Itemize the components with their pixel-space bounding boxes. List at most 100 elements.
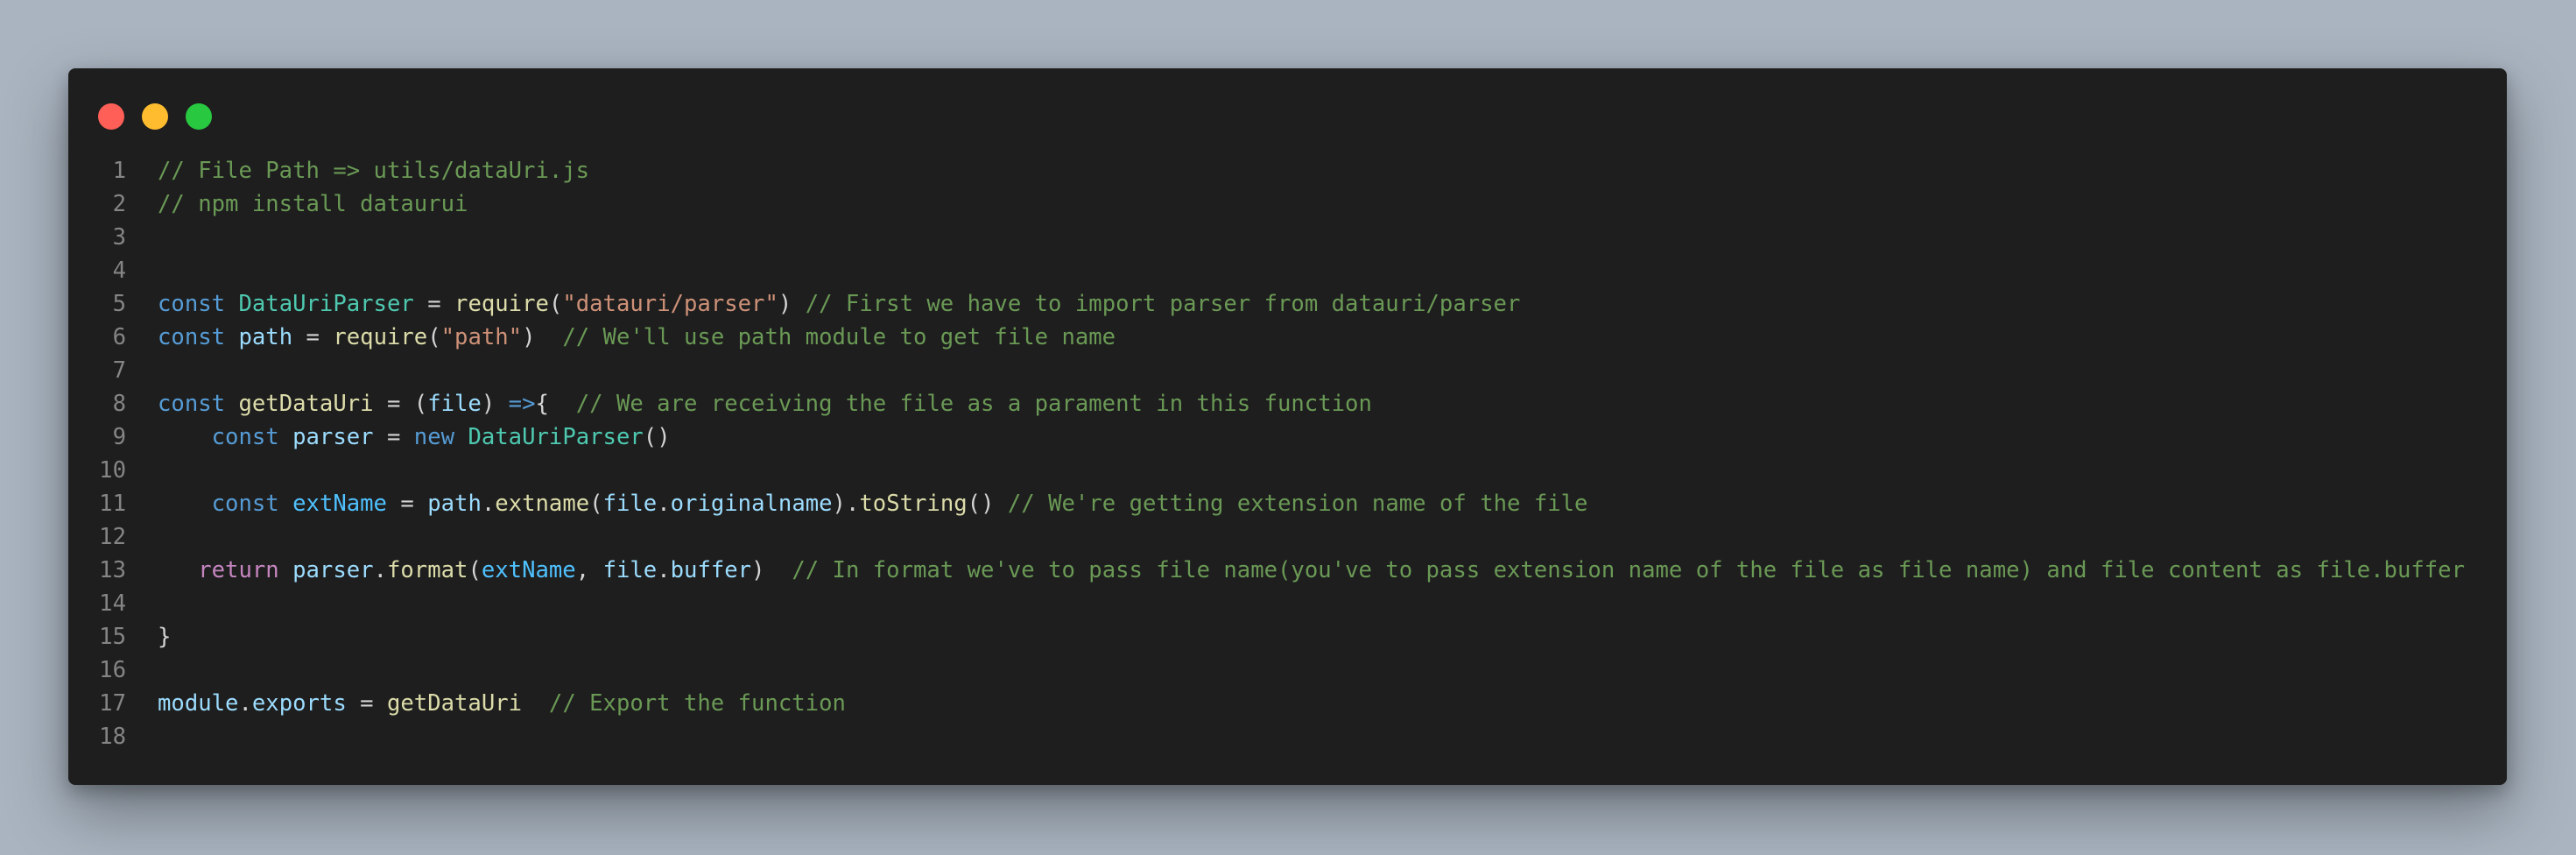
line-number: 12 (99, 524, 126, 550)
code-line: 1 // File Path => utils/dataUri.js (68, 154, 2507, 187)
code-token-plain: ( (548, 291, 563, 317)
code-token-var: originalname (670, 491, 833, 517)
code-line: 17 module.exports = getDataUri // Export … (68, 687, 2507, 720)
code-line: 7 (68, 354, 2507, 387)
code-line: 15} (68, 620, 2507, 654)
code-token-func: require (333, 324, 428, 350)
code-token-plain: = (346, 690, 387, 717)
code-token-plain: ) (751, 557, 792, 583)
line-number: 8 (112, 391, 126, 417)
code-token-plain: ( (468, 557, 482, 583)
code-token-plain: () (643, 424, 671, 450)
code-line: 14 (68, 587, 2507, 620)
code-token-plain: { (535, 391, 576, 417)
code-token-var: path (427, 491, 482, 517)
code-token-plain: ). (832, 491, 860, 517)
line-number: 2 (112, 191, 126, 217)
code-token-plain: . (481, 491, 496, 517)
line-source: // npm install dataurui (158, 187, 468, 221)
code-token-plain: ( (427, 324, 441, 350)
code-token-plain: = (386, 491, 428, 517)
code-line: 18 (68, 720, 2507, 753)
code-token-plain: = ( (373, 391, 428, 417)
code-line: 13 return parser.format(extName, file.bu… (68, 554, 2507, 587)
line-number: 18 (99, 724, 126, 750)
line-number: 1 (112, 158, 126, 184)
code-token-plain: ) (522, 324, 563, 350)
line-source: // File Path => utils/dataUri.js (158, 154, 589, 187)
line-number: 10 (99, 457, 126, 484)
code-line: 9 const parser = new DataUriParser() (68, 420, 2507, 454)
code-token-control: return (198, 557, 279, 583)
code-token-var: file (602, 557, 658, 583)
code-token-var: exports (251, 690, 347, 717)
code-line: 4 (68, 254, 2507, 287)
code-token-comment: // In format we've to pass file name(you… (792, 557, 2465, 583)
code-window: 1 // File Path => utils/dataUri.js 2 // npm… (68, 68, 2507, 785)
code-token-var: buffer (670, 557, 752, 583)
code-token-func: getDataUri (386, 690, 523, 717)
code-line: 10 (68, 454, 2507, 487)
code-token-const: extName (481, 557, 576, 583)
code-line: 16 (68, 654, 2507, 687)
code-token-comment: // We're getting extension name of the f… (1007, 491, 1588, 517)
code-token-plain: . (373, 557, 387, 583)
code-token-plain: ) (778, 291, 806, 317)
code-token-plain: = (292, 324, 334, 350)
code-line: 3 (68, 221, 2507, 254)
code-token-plain: . (238, 690, 252, 717)
line-source: const DataUriParser = require("datauri/p… (158, 287, 1520, 321)
code-token-class: DataUriParser (468, 424, 644, 450)
close-icon[interactable] (98, 103, 124, 130)
code-block: 1 // File Path => utils/dataUri.js 2 // npm… (68, 154, 2507, 753)
code-token-keyword: const (211, 491, 279, 517)
line-number: 15 (99, 624, 126, 650)
code-token-plain: ) (481, 391, 509, 417)
code-token-plain: = (373, 424, 414, 450)
line-source: const parser = new DataUriParser() (158, 420, 671, 454)
code-token-func: toString (859, 491, 968, 517)
code-token-func: getDataUri (238, 391, 374, 417)
maximize-icon[interactable] (186, 103, 212, 130)
code-token-class: DataUriParser (238, 291, 414, 317)
line-number: 5 (112, 291, 126, 317)
line-number: 6 (112, 324, 126, 350)
code-token-var: parser (292, 424, 374, 450)
line-number: 9 (112, 424, 126, 450)
code-token-keyword: const (211, 424, 279, 450)
code-token-comment: // We'll use path module to get file nam… (562, 324, 1116, 350)
code-token-keyword: new (413, 424, 455, 450)
code-token-plain: . (657, 557, 671, 583)
code-token-var: parser (292, 557, 374, 583)
line-number: 11 (99, 491, 126, 517)
code-token-var: module (158, 690, 239, 717)
code-token-var: file (602, 491, 658, 517)
line-number: 3 (112, 224, 126, 251)
code-token-plain: } (158, 624, 172, 650)
line-source: const path = require("path") // We'll us… (158, 321, 1116, 354)
line-number: 14 (99, 590, 126, 617)
line-number: 17 (99, 690, 126, 717)
code-token-comment: // First we have to import parser from d… (805, 291, 1521, 317)
line-number: 13 (99, 557, 126, 583)
code-token-comment: // Export the function (548, 690, 846, 717)
code-token-comment: // We are receiving the file as a parame… (575, 391, 1372, 417)
code-token-comment: // File Path => utils/dataUri.js (158, 158, 590, 184)
code-line: 8 const getDataUri = (file) =>{ // We are… (68, 387, 2507, 420)
code-token-func: require (454, 291, 549, 317)
minimize-icon[interactable] (142, 103, 168, 130)
code-token-keyword: const (158, 391, 226, 417)
code-token-keyword: => (508, 391, 536, 417)
line-source: } (158, 620, 171, 654)
line-number: 7 (112, 357, 126, 384)
code-token-var: file (427, 391, 482, 417)
code-token-keyword: const (158, 324, 226, 350)
